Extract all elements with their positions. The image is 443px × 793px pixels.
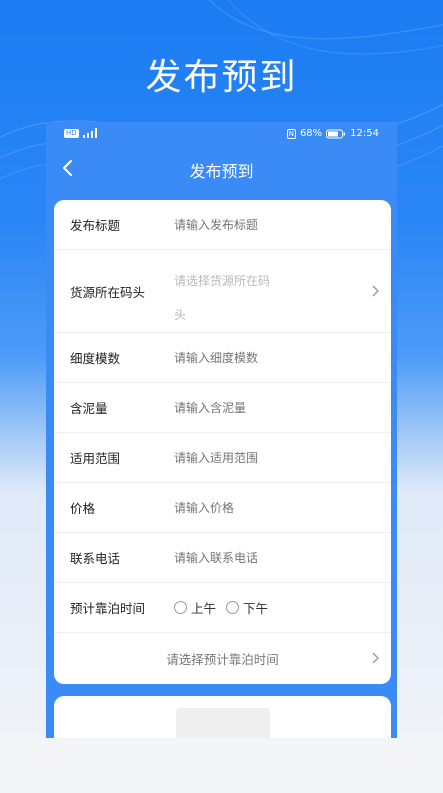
dock-select[interactable]: 请选择货源所在码 头: [174, 264, 284, 332]
nfc-icon: N: [286, 128, 296, 139]
status-bar: HD N 68% 12:54: [46, 122, 397, 146]
radio-morning[interactable]: 上午: [174, 598, 216, 617]
dock-label: 货源所在码头: [70, 284, 146, 300]
fineness-label: 细度模数: [70, 351, 121, 366]
phone-label: 联系电话: [70, 551, 121, 566]
clock-time: 12:54: [350, 128, 379, 139]
berth-time-radio-group: 上午 下午: [174, 598, 268, 617]
nav-bar: 发布预到: [46, 146, 397, 190]
chevron-right-icon: [372, 652, 379, 664]
form-row-berth-time: 预计靠泊时间 上午 下午: [54, 583, 391, 633]
page-title: 发布预到: [189, 162, 254, 181]
scope-label: 适用范围: [70, 451, 121, 466]
action-card: [54, 696, 391, 738]
berth-time-select[interactable]: 请选择预计靠泊时间: [54, 633, 391, 683]
berth-time-label: 预计靠泊时间: [70, 601, 146, 616]
phone-input[interactable]: [174, 550, 354, 565]
radio-afternoon[interactable]: 下午: [226, 598, 268, 617]
phone-screen: HD N 68% 12:54 发布预到 发布标题 请输入发布标题 货源所在码头 …: [46, 122, 397, 738]
price-input[interactable]: [174, 500, 354, 515]
bottom-background: [0, 738, 443, 793]
form-row-title: 发布标题: [54, 200, 391, 250]
form-row-price: 价格: [54, 483, 391, 533]
radio-circle-icon: [226, 601, 240, 614]
hd-icon: HD: [64, 128, 79, 138]
berth-time-select-text: 请选择预计靠泊时间: [166, 651, 279, 667]
form-row-mud: 含泥量: [54, 383, 391, 433]
promo-title: 发布预到: [145, 57, 298, 98]
radio-circle-icon: [174, 601, 187, 614]
form-row-scope: 适用范围: [54, 433, 391, 483]
form-row-fineness: 细度模数: [54, 333, 391, 383]
signal-icon: [82, 128, 97, 138]
title-input[interactable]: [174, 217, 354, 232]
scope-input[interactable]: [174, 450, 354, 465]
mud-label: 含泥量: [70, 401, 108, 416]
submit-button[interactable]: [176, 708, 270, 738]
price-label: 价格: [70, 501, 96, 516]
chevron-right-icon: [372, 285, 379, 297]
publish-form: 发布标题 货源所在码头 请选择货源所在码 头 细度模数 含泥量 适用范围 价格: [54, 200, 391, 684]
fineness-input[interactable]: [174, 350, 354, 365]
form-row-phone: 联系电话: [54, 533, 391, 583]
form-row-dock[interactable]: 货源所在码头 请选择货源所在码 头: [54, 250, 391, 333]
battery-icon: [326, 129, 346, 138]
mud-input[interactable]: [174, 400, 354, 415]
battery-percentage: 68%: [299, 128, 323, 139]
title-label: 发布标题: [70, 218, 121, 233]
